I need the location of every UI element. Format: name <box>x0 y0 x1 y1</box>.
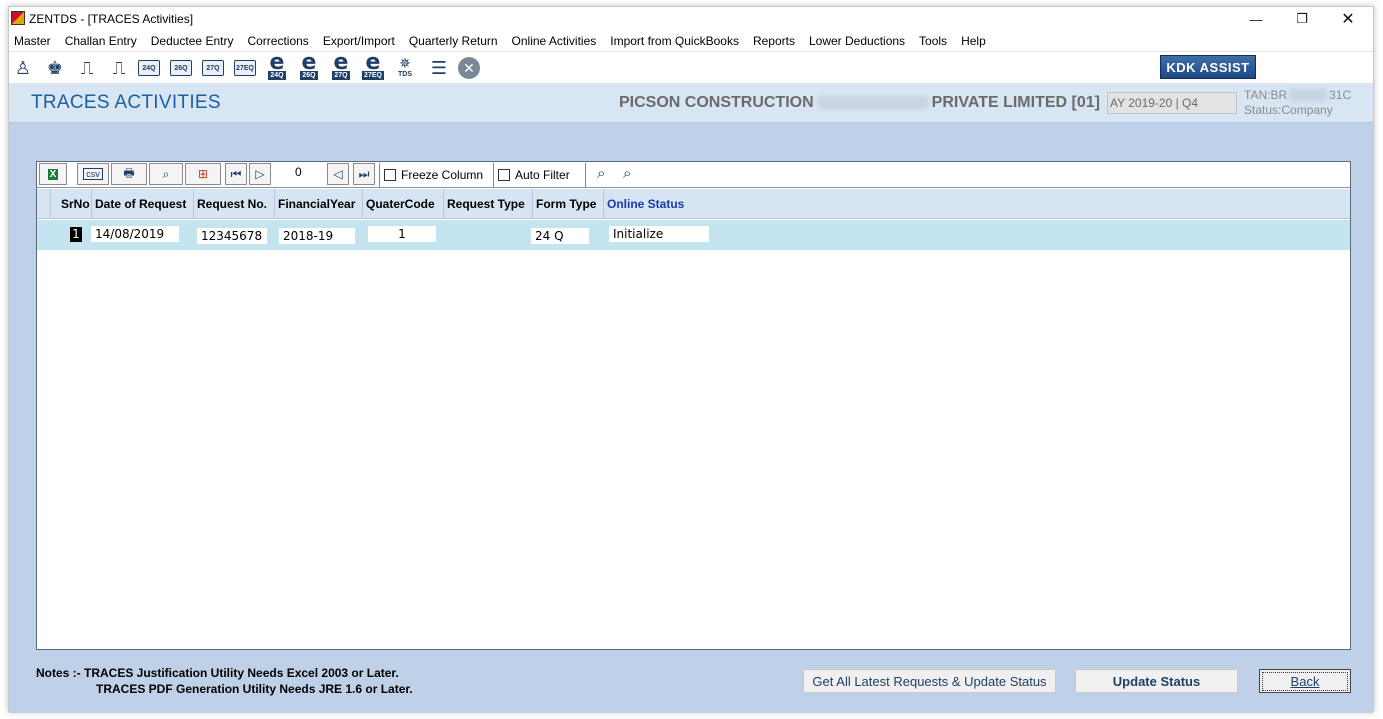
form-27eq-icon[interactable]: 27EQ <box>233 57 257 79</box>
deduction-icon[interactable]: ⎍ <box>107 57 131 79</box>
last-record-icon[interactable]: ⏭ <box>353 163 375 185</box>
efile-24q-icon[interactable]: e 24Q <box>265 52 289 80</box>
menu-quarterly-return[interactable]: Quarterly Return <box>408 31 505 51</box>
menu-lower-deductions[interactable]: Lower Deductions <box>808 31 912 51</box>
first-record-icon[interactable]: ⏮ <box>225 163 247 185</box>
cell-financial-year[interactable]: 2018-19 <box>279 228 355 244</box>
previous-record-icon[interactable]: ▷ <box>249 163 271 185</box>
menu-tools[interactable]: Tools <box>918 31 954 51</box>
record-counter: 0 <box>295 165 302 179</box>
checkbox-icon <box>498 169 510 181</box>
print-icon[interactable]: 🖶 <box>111 163 147 185</box>
update-status-button[interactable]: Update Status <box>1075 669 1238 693</box>
csv-export-icon[interactable]: csv <box>77 163 109 185</box>
assessment-year-field: AY 2019-20 | Q4 <box>1107 92 1237 114</box>
form-26q-icon[interactable]: 26Q <box>169 57 193 79</box>
col-quarter-code[interactable]: QuaterCode <box>362 189 443 219</box>
cell-form-type[interactable]: 24 Q <box>531 228 589 244</box>
challan-icon[interactable]: ⎍ <box>75 57 99 79</box>
deductees-icon[interactable]: ♚ <box>43 57 67 79</box>
efile-26q-icon[interactable]: e 26Q <box>297 52 321 80</box>
menu-corrections[interactable]: Corrections <box>246 31 315 51</box>
app-window: ZENTDS - [TRACES Activities] — ❐ ✕ Maste… <box>8 6 1374 713</box>
cell-request-type[interactable] <box>447 226 523 242</box>
table-row[interactable]: 1 14/08/2019 12345678 2018-19 1 24 Q Ini… <box>37 220 1350 250</box>
col-srno[interactable]: SrNo <box>50 189 91 219</box>
page-header: TRACES ACTIVITIES PICSON CONSTRUCTION PRI… <box>9 83 1373 123</box>
report-icon[interactable]: ☰ <box>427 57 451 79</box>
restore-button[interactable]: ❐ <box>1279 7 1325 31</box>
main-area: X csv 🖶 ⌕ ⊞ ⏮ ▷ 0 ◁ ⏭ Freeze Column Auto… <box>9 123 1373 713</box>
excel-export-icon[interactable]: X <box>39 163 67 185</box>
col-date-of-request[interactable]: Date of Request <box>91 189 193 219</box>
hierarchy-icon[interactable]: ⊞ <box>185 163 221 185</box>
note-line-1: Notes :- TRACES Justification Utility Ne… <box>36 666 399 680</box>
kdk-assist-button[interactable]: KDK ASSIST <box>1160 55 1256 79</box>
menu-master[interactable]: Master <box>13 31 58 51</box>
menu-import-quickbooks[interactable]: Import from QuickBooks <box>609 31 746 51</box>
close-window-button[interactable]: ✕ <box>1325 7 1371 31</box>
efile-27eq-icon[interactable]: e 27EQ <box>361 52 385 80</box>
checkbox-icon <box>384 169 396 181</box>
tan-info: TAN:BR 31C Status:Company <box>1244 88 1352 117</box>
menu-deductee-entry[interactable]: Deductee Entry <box>150 31 241 51</box>
window-title: ZENTDS - [TRACES Activities] <box>29 12 194 26</box>
cell-online-status[interactable]: Initialize <box>609 226 709 242</box>
title-bar: ZENTDS - [TRACES Activities] — ❐ ✕ <box>9 7 1373 31</box>
deductor-icon[interactable]: ♙ <box>11 57 35 79</box>
col-request-no[interactable]: Request No. <box>193 189 274 219</box>
form-27q-icon[interactable]: 27Q <box>201 57 225 79</box>
find-next-icon[interactable]: ⌕ <box>623 165 631 182</box>
note-line-2: TRACES PDF Generation Utility Needs JRE … <box>96 682 413 696</box>
menu-challan-entry[interactable]: Challan Entry <box>64 31 144 51</box>
col-form-type[interactable]: Form Type <box>532 189 603 219</box>
page-title: TRACES ACTIVITIES <box>31 92 221 113</box>
grid-header: SrNo Date of Request Request No. Financi… <box>37 189 1350 219</box>
auto-filter-checkbox[interactable]: Auto Filter <box>493 163 570 187</box>
get-latest-requests-button[interactable]: Get All Latest Requests & Update Status <box>803 669 1056 693</box>
back-button[interactable]: Back <box>1259 669 1351 693</box>
next-record-icon[interactable]: ◁ <box>327 163 349 185</box>
cell-srno[interactable]: 1 <box>70 227 82 242</box>
menu-export-import[interactable]: Export/Import <box>322 31 402 51</box>
app-logo-icon <box>11 11 25 25</box>
efile-27q-icon[interactable]: e 27Q <box>329 52 353 80</box>
menu-bar: Master Challan Entry Deductee Entry Corr… <box>9 31 1373 51</box>
cell-quarter[interactable]: 1 <box>368 226 436 242</box>
search-icon[interactable]: ⌕ <box>149 163 183 185</box>
main-toolbar: ♙ ♚ ⎍ ⎍ 24Q 26Q 27Q 27EQ e 24Q e 26Q e 27Q … <box>9 51 1373 83</box>
find-icon[interactable]: ⌕ <box>597 165 605 182</box>
col-online-status[interactable]: Online Status <box>603 189 713 219</box>
col-financial-year[interactable]: FinancialYear <box>274 189 362 219</box>
cell-request-no[interactable]: 12345678 <box>197 228 267 244</box>
notes: Notes :- TRACES Justification Utility Ne… <box>36 665 413 697</box>
form-24q-icon[interactable]: 24Q <box>137 57 161 79</box>
company-name: PICSON CONSTRUCTION PRIVATE LIMITED [01] <box>619 94 1100 111</box>
menu-online-activities[interactable]: Online Activities <box>511 31 604 51</box>
minimize-button[interactable]: — <box>1233 7 1279 31</box>
requests-grid: X csv 🖶 ⌕ ⊞ ⏮ ▷ 0 ◁ ⏭ Freeze Column Auto… <box>36 161 1351 650</box>
separator <box>585 163 586 187</box>
col-request-type[interactable]: Request Type <box>443 189 532 219</box>
exit-icon[interactable]: ✕ <box>457 57 481 79</box>
grid-toolbar: X csv 🖶 ⌕ ⊞ ⏮ ▷ 0 ◁ ⏭ Freeze Column Auto… <box>37 162 1350 188</box>
freeze-column-checkbox[interactable]: Freeze Column <box>379 163 483 187</box>
tds-icon[interactable]: ✵ TDS <box>393 56 417 79</box>
menu-reports[interactable]: Reports <box>752 31 802 51</box>
menu-help[interactable]: Help <box>960 31 993 51</box>
cell-date[interactable]: 14/08/2019 <box>91 226 179 242</box>
